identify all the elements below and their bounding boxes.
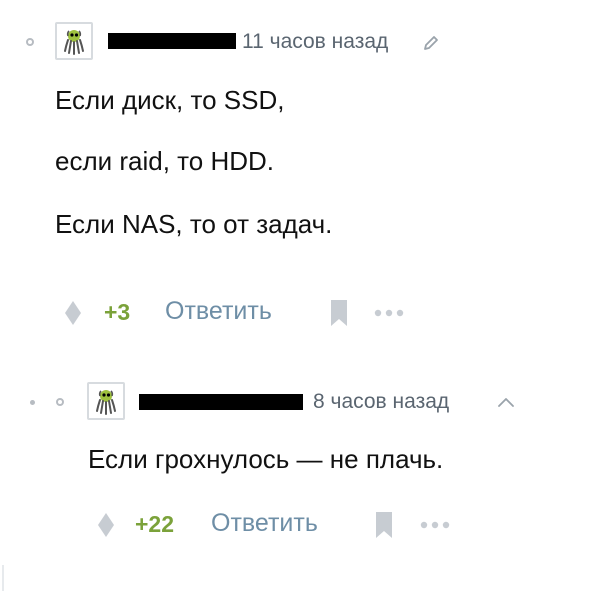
rating-value: +22 <box>135 511 175 537</box>
thread-bullet[interactable] <box>56 398 64 406</box>
thread-bullet[interactable] <box>26 38 34 46</box>
username-redacted[interactable] <box>139 394 303 410</box>
timestamp: 8 часов назад <box>313 390 450 413</box>
comment-text-line: Если грохнулось — не плачь. <box>88 444 444 474</box>
comment-actions: +22 Ответить <box>0 508 608 542</box>
rating-value: +3 <box>104 299 131 325</box>
timestamp: 11 часов назад <box>242 30 389 53</box>
diamond-vote-icon[interactable] <box>95 510 117 540</box>
username-redacted[interactable] <box>108 33 236 49</box>
more-dots-icon[interactable] <box>372 306 406 320</box>
user-avatar[interactable] <box>55 22 93 60</box>
bookmark-icon[interactable] <box>328 298 350 328</box>
reply-button[interactable]: Ответить <box>165 297 272 326</box>
more-dots-icon[interactable] <box>418 518 452 532</box>
thread-line <box>2 565 4 591</box>
comment-text-line: если raid, то HDD. <box>55 146 275 176</box>
reply-button[interactable]: Ответить <box>211 509 318 538</box>
thread-depth-dot <box>30 400 35 405</box>
comment-text-line: Если NAS, то от задач. <box>55 209 333 239</box>
bookmark-icon[interactable] <box>373 510 395 540</box>
octopus-avatar-icon <box>64 30 84 55</box>
pencil-icon[interactable] <box>420 32 442 54</box>
comment-actions: +3 Ответить <box>0 296 608 330</box>
octopus-avatar-icon <box>96 390 116 415</box>
user-avatar[interactable] <box>87 382 125 420</box>
comment-text-line: Если диск, то SSD, <box>55 85 285 115</box>
chevron-up-icon[interactable] <box>495 392 517 412</box>
comments-page: 11 часов назад Если диск, то SSD, если r… <box>0 0 608 591</box>
diamond-vote-icon[interactable] <box>62 298 84 328</box>
